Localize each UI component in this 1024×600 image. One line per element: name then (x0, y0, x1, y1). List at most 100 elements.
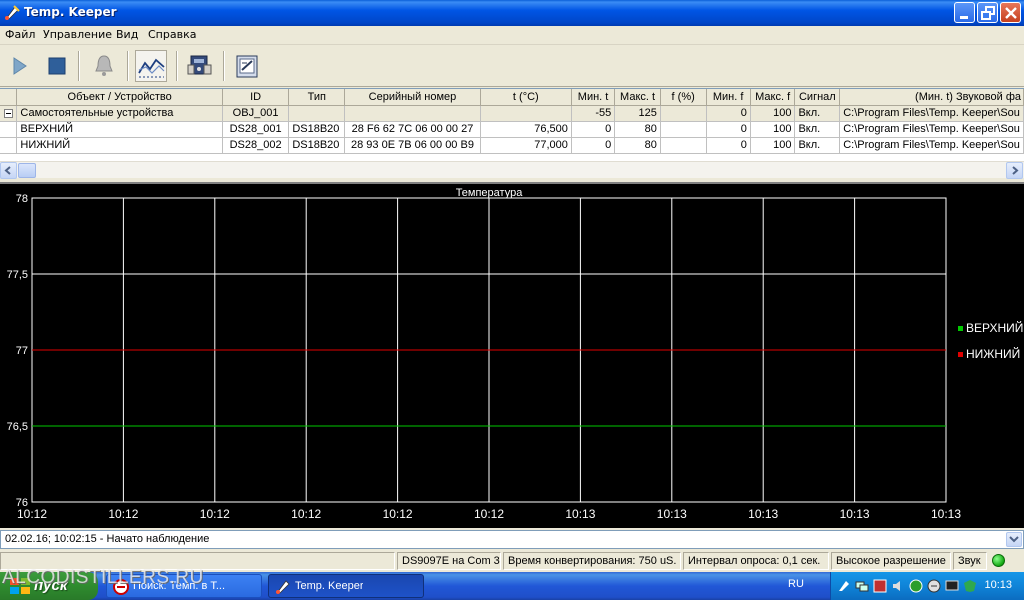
cell-type (288, 105, 346, 122)
play-button[interactable] (4, 50, 36, 82)
column-header[interactable]: Мин. f (706, 89, 751, 106)
cell-signal: Вкл. (794, 137, 841, 154)
y-tick-label: 76,5 (7, 421, 28, 433)
chevron-down-icon (1009, 536, 1019, 543)
table-row[interactable]: НИЖНИЙ DS28_002 DS18B20 28 93 0E 7B 06 0… (0, 137, 1024, 154)
cell-object: ВЕРХНИЙ (16, 121, 223, 138)
scroll-right-button[interactable] (1006, 162, 1023, 179)
cell-object: НИЖНИЙ (16, 137, 223, 154)
x-tick-label: 10:12 (17, 507, 47, 521)
minimize-icon (960, 16, 968, 19)
table-row[interactable]: ВЕРХНИЙ DS28_001 DS18B20 28 F6 62 7C 06 … (0, 121, 1024, 138)
tray-shield-icon[interactable] (963, 579, 977, 593)
taskbar-item-temp-keeper[interactable]: Temp. Keeper (268, 574, 424, 598)
x-tick-label: 10:13 (657, 507, 687, 521)
column-header[interactable]: (Мин. t) Звуковой фа (839, 89, 1024, 106)
column-header[interactable]: Тип (288, 89, 346, 106)
system-tray: 10:13 (830, 572, 1024, 600)
app-icon (276, 580, 290, 594)
device-icon (187, 55, 212, 75)
tray-app-icon[interactable] (837, 579, 851, 593)
cell-serial (344, 105, 481, 122)
cell-object: Самостоятельные устройства (16, 105, 223, 122)
y-tick-label: 77 (16, 345, 28, 357)
menu-control[interactable]: Управление (43, 28, 112, 41)
close-button[interactable] (1000, 2, 1021, 23)
column-header[interactable]: Объект / Устройство (16, 89, 223, 106)
chart-button[interactable] (135, 50, 167, 82)
clock[interactable]: 10:13 (984, 579, 1012, 591)
cell-min-t: 0 (571, 121, 616, 138)
cell-temp (480, 105, 572, 122)
collapse-icon[interactable] (3, 108, 13, 118)
log-dropdown-button[interactable] (1006, 532, 1022, 547)
legend-label: НИЖНИЙ (966, 346, 1020, 361)
horizontal-scrollbar[interactable] (0, 161, 1024, 179)
stop-button[interactable] (41, 50, 73, 82)
legend-swatch (958, 326, 963, 331)
collapse-toggle[interactable] (0, 105, 18, 122)
tray-update-icon[interactable] (909, 579, 923, 593)
cell-sound: C:\Program Files\Temp. Keeper\Sou (839, 137, 1024, 154)
alarm-button[interactable] (88, 50, 120, 82)
device-button[interactable] (184, 50, 216, 82)
column-header[interactable]: Мин. t (571, 89, 616, 106)
app-icon (5, 5, 20, 20)
cell-max-t: 80 (614, 121, 661, 138)
cell-sound: C:\Program Files\Temp. Keeper\Sou (839, 105, 1024, 122)
chart-title: Температура (456, 187, 524, 199)
scroll-left-button[interactable] (0, 162, 17, 179)
x-tick-label: 10:12 (474, 507, 504, 521)
cell-max-f: 100 (750, 137, 796, 154)
cell-max-t: 80 (614, 137, 661, 154)
column-header[interactable]: ID (222, 89, 290, 106)
minimize-button[interactable] (954, 2, 975, 23)
cell-temp: 77,000 (480, 137, 572, 154)
column-header[interactable]: f (%) (660, 89, 707, 106)
report-button[interactable] (231, 50, 263, 82)
column-header[interactable]: Макс. f (750, 89, 796, 106)
column-header[interactable]: Макс. t (614, 89, 661, 106)
cell-type: DS18B20 (288, 121, 346, 138)
table-row-group[interactable]: Самостоятельные устройства OBJ_001 -55 1… (0, 105, 1024, 122)
play-icon (13, 57, 27, 75)
x-tick-label: 10:12 (200, 507, 230, 521)
status-sound: Звук (953, 552, 987, 570)
tray-security-icon[interactable] (873, 579, 887, 593)
column-header[interactable]: Сигнал (794, 89, 841, 106)
cell-max-t: 125 (614, 105, 661, 122)
cell-id: DS28_002 (222, 137, 290, 154)
log-text: 02.02.16; 10:02:15 - Начато наблюдение (5, 533, 210, 545)
cell-min-f: 0 (706, 137, 751, 154)
tray-monitor-icon[interactable] (945, 579, 959, 593)
legend-label: ВЕРХНИЙ (966, 320, 1023, 335)
title-bar[interactable]: Temp. Keeper (0, 0, 1024, 26)
report-icon (236, 55, 258, 78)
menu-help[interactable]: Справка (148, 28, 196, 41)
scroll-thumb[interactable] (18, 163, 36, 178)
column-header[interactable]: Серийный номер (344, 89, 481, 106)
tray-volume-icon[interactable] (891, 579, 905, 593)
restore-button[interactable] (977, 2, 998, 23)
cell-temp: 76,500 (480, 121, 572, 138)
menu-view[interactable]: Вид (116, 28, 138, 41)
status-port: DS9097E на Com 3 (397, 552, 501, 570)
toolbar-separator (127, 51, 129, 81)
menu-file[interactable]: Файл (5, 28, 35, 41)
x-tick-label: 10:13 (748, 507, 778, 521)
x-tick-label: 10:12 (383, 507, 413, 521)
stop-icon (48, 57, 66, 75)
cell-signal: Вкл. (794, 121, 841, 138)
menu-bar: Файл Управление Вид Справка (0, 26, 1024, 45)
app-window: Temp. Keeper Файл Управление Вид Справка (0, 0, 1024, 600)
cell-id: DS28_001 (222, 121, 290, 138)
x-tick-label: 10:12 (291, 507, 321, 521)
language-indicator[interactable]: RU (788, 578, 804, 590)
x-tick-label: 10:13 (931, 507, 961, 521)
column-header[interactable]: t (°C) (480, 89, 572, 106)
log-combo[interactable]: 02.02.16; 10:02:15 - Начато наблюдение (0, 530, 1024, 549)
taskbar-item-label: Temp. Keeper (295, 580, 364, 592)
tray-antivirus-icon[interactable] (927, 579, 941, 593)
tray-network-icon[interactable] (855, 579, 869, 593)
cell-serial: 28 F6 62 7C 06 00 00 27 (344, 121, 481, 138)
